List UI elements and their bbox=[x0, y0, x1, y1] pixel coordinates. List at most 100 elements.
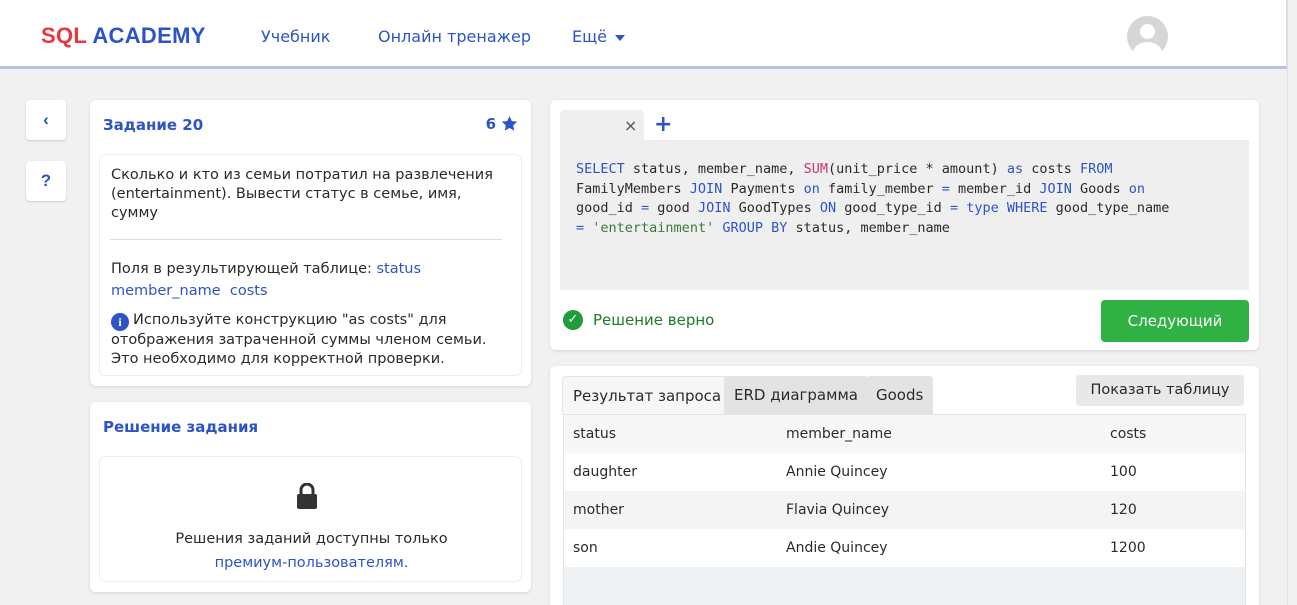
code-token: family_member bbox=[819, 180, 942, 197]
chevron-left-icon: ‹ bbox=[43, 110, 49, 129]
chevron-down-icon bbox=[615, 34, 626, 41]
code-keyword: on bbox=[1128, 180, 1146, 197]
info-icon: i bbox=[111, 313, 129, 331]
add-tab-icon[interactable]: + bbox=[654, 112, 672, 137]
tab-query-result[interactable]: Результат запроса bbox=[562, 376, 733, 414]
table-cell: 100 bbox=[1110, 464, 1137, 480]
code-token: good_id bbox=[576, 200, 642, 216]
avatar-head bbox=[1140, 24, 1155, 39]
code-token: good_type_name bbox=[1047, 200, 1170, 216]
code-token: status, member_name bbox=[787, 219, 950, 236]
window-edge bbox=[1287, 0, 1297, 605]
nav-link-online-trainer[interactable]: Онлайн тренажер bbox=[378, 27, 531, 46]
show-table-button[interactable]: Показать таблицу bbox=[1076, 375, 1244, 406]
task-body: Сколько и кто из семьи потратил на развл… bbox=[99, 154, 522, 376]
result-table: status member_name costs daughter Annie … bbox=[563, 414, 1246, 605]
code-keyword: = bbox=[949, 200, 959, 216]
code-token: FamilyMembers bbox=[576, 180, 690, 197]
code-keyword: JOIN bbox=[689, 180, 723, 197]
close-icon[interactable]: × bbox=[624, 116, 637, 135]
code-token: amount) bbox=[933, 161, 1007, 177]
solution-status: ✓ Решение верно bbox=[563, 310, 714, 330]
editor-card: × + SELECT status, member_name, SUM(unit… bbox=[550, 100, 1259, 350]
field-member-name[interactable]: member_name bbox=[111, 283, 221, 299]
code-keyword: JOIN bbox=[1039, 180, 1072, 197]
table-row: daughter Annie Quincey 100 bbox=[564, 453, 1245, 491]
code-string: 'entertainment' bbox=[592, 219, 715, 236]
code-keyword: = bbox=[941, 180, 950, 197]
code-keyword: JOIN bbox=[697, 200, 731, 216]
code-keyword: GROUP BY bbox=[722, 219, 788, 236]
solution-title: Решение задания bbox=[103, 418, 259, 436]
code-keyword: FROM bbox=[1080, 161, 1113, 177]
code-token: (unit_price bbox=[827, 161, 926, 177]
avatar-body bbox=[1133, 42, 1162, 57]
code-keyword: type bbox=[966, 200, 999, 216]
fields-label: Поля в результирующей таблице: bbox=[111, 261, 372, 277]
result-card: Результат запроса ERD диаграмма Goods По… bbox=[550, 366, 1259, 605]
field-status[interactable]: status bbox=[376, 261, 421, 277]
solution-text: Решения заданий доступны только премиум-… bbox=[100, 527, 523, 575]
table-header-row: status member_name costs bbox=[564, 415, 1245, 453]
result-fields: Поля в результирующей таблице: status me… bbox=[111, 258, 511, 302]
code-keyword: = bbox=[576, 219, 585, 236]
task-card: Задание 20 6 Сколько и кто из семьи потр… bbox=[90, 100, 531, 386]
solution-card: Решение задания Решения заданий доступны… bbox=[90, 402, 531, 592]
nav-more-label: Ещё bbox=[572, 27, 608, 46]
code-token: status, member_name, bbox=[624, 161, 804, 177]
tab-goods[interactable]: Goods bbox=[866, 376, 934, 414]
back-button[interactable]: ‹ bbox=[26, 100, 66, 140]
code-token: Payments bbox=[722, 180, 804, 197]
code-token: member_id bbox=[949, 180, 1040, 197]
logo[interactable]: SQL ACADEMY bbox=[41, 23, 206, 49]
table-cell: Flavia Quincey bbox=[786, 502, 889, 518]
code-token: good_type_id bbox=[836, 200, 950, 216]
code-keyword: ON bbox=[819, 200, 837, 216]
column-header: costs bbox=[1110, 426, 1147, 442]
avatar[interactable] bbox=[1127, 16, 1168, 57]
table-cell: mother bbox=[573, 502, 624, 518]
code-keyword: WHERE bbox=[1006, 200, 1048, 216]
table-cell: Andie Quincey bbox=[786, 540, 888, 556]
score-value: 6 bbox=[485, 115, 496, 133]
code-token: Goods bbox=[1071, 180, 1129, 197]
question-icon: ? bbox=[40, 171, 52, 190]
code-keyword: on bbox=[803, 180, 820, 197]
next-button[interactable]: Следующий bbox=[1101, 300, 1249, 342]
help-button[interactable]: ? bbox=[26, 161, 66, 201]
lock-icon bbox=[297, 483, 317, 509]
solution-body: Решения заданий доступны только премиум-… bbox=[99, 456, 522, 582]
code-token: costs bbox=[1023, 161, 1080, 177]
nav-more-dropdown[interactable]: Ещё bbox=[572, 27, 626, 46]
table-cell: son bbox=[573, 540, 598, 556]
code-function: SUM bbox=[803, 161, 828, 177]
star-icon bbox=[501, 116, 518, 131]
table-row: son Andie Quincey 1200 bbox=[564, 529, 1245, 567]
code-keyword: = bbox=[641, 200, 650, 216]
check-circle-icon: ✓ bbox=[563, 310, 583, 330]
code-keyword: as bbox=[1006, 161, 1024, 177]
table-cell: 1200 bbox=[1110, 540, 1146, 556]
field-costs[interactable]: costs bbox=[230, 283, 268, 299]
table-cell: daughter bbox=[573, 464, 637, 480]
table-row: mother Flavia Quincey 120 bbox=[564, 491, 1245, 529]
sql-editor[interactable]: SELECT status, member_name, SUM(unit_pri… bbox=[560, 140, 1249, 290]
task-description: Сколько и кто из семьи потратил на развл… bbox=[111, 167, 493, 221]
divider bbox=[110, 239, 502, 240]
editor-tab[interactable]: × bbox=[560, 110, 644, 142]
table-cell: 120 bbox=[1110, 502, 1137, 518]
task-score: 6 bbox=[486, 115, 519, 133]
status-text: Решение верно bbox=[593, 311, 715, 329]
solution-message: Решения заданий доступны только bbox=[175, 531, 448, 547]
task-hint: i Используйте конструкцию "as costs" для … bbox=[111, 311, 511, 369]
tab-erd-diagram[interactable]: ERD диаграмма bbox=[724, 376, 868, 414]
premium-link[interactable]: премиум-пользователям. bbox=[215, 555, 409, 571]
code-token: * bbox=[925, 161, 934, 177]
table-cell: Annie Quincey bbox=[786, 464, 888, 480]
code-keyword: SELECT bbox=[576, 161, 625, 177]
top-header: SQL ACADEMY Учебник Онлайн тренажер Ещё bbox=[0, 0, 1287, 69]
code-token: good bbox=[649, 200, 698, 216]
nav-link-textbook[interactable]: Учебник bbox=[261, 27, 330, 46]
